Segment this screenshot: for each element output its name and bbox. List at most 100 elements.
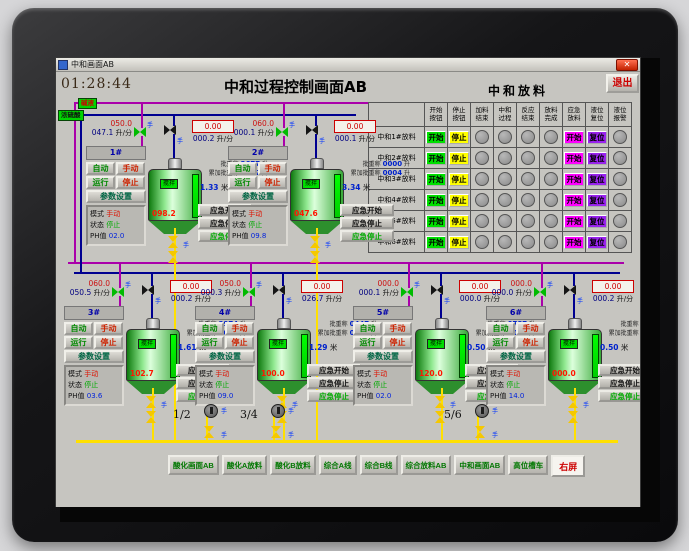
stop-button[interactable]: 停止 bbox=[449, 193, 469, 207]
level-reset-button[interactable]: 复位 bbox=[587, 193, 607, 207]
stop-button[interactable]: 停止 bbox=[449, 130, 469, 144]
params-button[interactable]: 参数设置 bbox=[228, 190, 288, 203]
params-button[interactable]: 参数设置 bbox=[64, 350, 124, 363]
level-meters: 1.33 米 bbox=[200, 183, 229, 192]
valve-icon bbox=[146, 411, 156, 423]
run-button[interactable]: 运行 bbox=[86, 176, 115, 189]
bottom-nav-button[interactable]: 高位槽车 bbox=[508, 455, 549, 475]
stop-button[interactable]: 停止 bbox=[516, 336, 545, 349]
reactor-tank: 搅拌 047.6 bbox=[290, 158, 344, 234]
emergency-stop-button[interactable]: 应急停止 bbox=[598, 377, 640, 389]
tank-value: 102.7 bbox=[130, 369, 154, 378]
stop-button[interactable]: 停止 bbox=[449, 235, 469, 249]
pipe-segment bbox=[74, 272, 620, 274]
flow-value: 000.1 bbox=[334, 134, 357, 143]
tank-motor bbox=[277, 318, 291, 329]
pipe-segment bbox=[74, 102, 76, 264]
run-button[interactable]: 运行 bbox=[486, 336, 515, 349]
exit-button[interactable]: 退出 bbox=[606, 74, 639, 93]
auto-button[interactable]: 自动 bbox=[486, 322, 515, 335]
reactor-tank: 搅拌 102.7 bbox=[126, 318, 180, 394]
hand-label: 手 bbox=[289, 122, 296, 129]
unit-control-panel: 4# 自动 手动 运行 停止 参数设置 模式 手动 状态 停止 PH值 09.0 bbox=[195, 306, 255, 406]
valve-icon bbox=[273, 285, 285, 295]
auto-button[interactable]: 自动 bbox=[228, 162, 257, 175]
table-header-cell: 应急 放料 bbox=[563, 103, 586, 127]
valve-icon bbox=[134, 127, 146, 137]
emergency-discharge-button[interactable]: 开始 bbox=[564, 172, 584, 186]
level-reset-button[interactable]: 复位 bbox=[587, 172, 607, 186]
level-meters: 3.34 米 bbox=[342, 183, 371, 192]
emergency-discharge-button[interactable]: 开始 bbox=[564, 235, 584, 249]
bottom-nav-button[interactable]: 酸化画面AB bbox=[168, 455, 219, 475]
manual-button[interactable]: 手动 bbox=[116, 162, 145, 175]
manual-button[interactable]: 手动 bbox=[383, 322, 412, 335]
window-titlebar: 中和画面AB ✕ bbox=[56, 58, 640, 72]
bottom-nav-button[interactable]: 综合A线 bbox=[318, 455, 357, 475]
bottom-nav-button[interactable]: 综合放料AB bbox=[400, 455, 452, 475]
start-button[interactable]: 开始 bbox=[426, 172, 446, 186]
manual-button[interactable]: 手动 bbox=[225, 322, 254, 335]
emergency-discharge-button[interactable]: 开始 bbox=[564, 151, 584, 165]
manual-button[interactable]: 手动 bbox=[94, 322, 123, 335]
auto-button[interactable]: 自动 bbox=[353, 322, 382, 335]
params-button[interactable]: 参数设置 bbox=[86, 190, 146, 203]
auto-button[interactable]: 自动 bbox=[64, 322, 93, 335]
params-button[interactable]: 参数设置 bbox=[195, 350, 255, 363]
stop-button[interactable]: 停止 bbox=[94, 336, 123, 349]
batch-weight-info: 批重称 0000 升 累加批重称 0106 升 bbox=[608, 321, 639, 337]
stop-button[interactable]: 停止 bbox=[258, 176, 287, 189]
stop-button[interactable]: 停止 bbox=[449, 214, 469, 228]
stop-button[interactable]: 停止 bbox=[449, 151, 469, 165]
page-title: 中和过程控制画面AB bbox=[224, 78, 368, 96]
close-icon[interactable]: ✕ bbox=[616, 58, 638, 71]
bottom-nav-button[interactable]: 酸化B放料 bbox=[270, 455, 316, 475]
hand-label: 手 bbox=[444, 298, 451, 305]
valve-icon bbox=[168, 236, 178, 248]
discharge-done-lamp bbox=[544, 172, 558, 186]
auto-button[interactable]: 自动 bbox=[86, 162, 115, 175]
stop-button[interactable]: 停止 bbox=[383, 336, 412, 349]
unit-control-panel: 5# 自动 手动 运行 停止 参数设置 模式 手动 状态 停止 PH值 02.0 bbox=[353, 306, 413, 406]
bottom-nav-button[interactable]: 中和画面AB bbox=[454, 455, 506, 475]
stop-button[interactable]: 停止 bbox=[116, 176, 145, 189]
start-button[interactable]: 开始 bbox=[426, 214, 446, 228]
pump-group: 3/4 手 手 bbox=[240, 404, 300, 446]
flow-alarm-box: 0.00 bbox=[592, 280, 634, 293]
run-button[interactable]: 运行 bbox=[353, 336, 382, 349]
bottom-nav-button[interactable]: 右屏 bbox=[551, 455, 586, 477]
stop-button[interactable]: 停止 bbox=[449, 172, 469, 186]
stir-tag: 搅拌 bbox=[138, 339, 157, 349]
flow-value: 026.7 bbox=[301, 294, 324, 303]
start-button[interactable]: 开始 bbox=[426, 151, 446, 165]
params-button[interactable]: 参数设置 bbox=[486, 350, 546, 363]
level-reset-button[interactable]: 复位 bbox=[587, 235, 607, 249]
params-button[interactable]: 参数设置 bbox=[353, 350, 413, 363]
emergency-start-button[interactable]: 应急开始 bbox=[598, 364, 640, 376]
manual-button[interactable]: 手动 bbox=[258, 162, 287, 175]
discharge-done-lamp bbox=[544, 130, 558, 144]
emergency-discharge-button[interactable]: 开始 bbox=[564, 214, 584, 228]
bottom-nav-button[interactable]: 综合B线 bbox=[359, 455, 398, 475]
manual-button[interactable]: 手动 bbox=[516, 322, 545, 335]
level-reset-button[interactable]: 复位 bbox=[587, 130, 607, 144]
emergency-stop-button[interactable]: 应急停止 bbox=[340, 217, 394, 229]
bottom-nav-button[interactable]: 酸化A放料 bbox=[221, 455, 268, 475]
emergency-start-button[interactable]: 应急开始 bbox=[340, 204, 394, 216]
auto-button[interactable]: 自动 bbox=[195, 322, 224, 335]
start-button[interactable]: 开始 bbox=[426, 130, 446, 144]
run-button[interactable]: 运行 bbox=[64, 336, 93, 349]
run-button[interactable]: 运行 bbox=[195, 336, 224, 349]
mode-value: 手动 bbox=[84, 370, 99, 378]
pump-icon bbox=[271, 404, 285, 418]
hand-label: 手 bbox=[147, 122, 154, 129]
level-reset-button[interactable]: 复位 bbox=[587, 151, 607, 165]
start-button[interactable]: 开始 bbox=[426, 235, 446, 249]
start-button[interactable]: 开始 bbox=[426, 193, 446, 207]
emergency-discharge-button[interactable]: 开始 bbox=[564, 130, 584, 144]
emergency-discharge-button[interactable]: 开始 bbox=[564, 193, 584, 207]
stop-button[interactable]: 停止 bbox=[225, 336, 254, 349]
run-button[interactable]: 运行 bbox=[228, 176, 257, 189]
level-reset-button[interactable]: 复位 bbox=[587, 214, 607, 228]
discharge-done-lamp bbox=[544, 151, 558, 165]
